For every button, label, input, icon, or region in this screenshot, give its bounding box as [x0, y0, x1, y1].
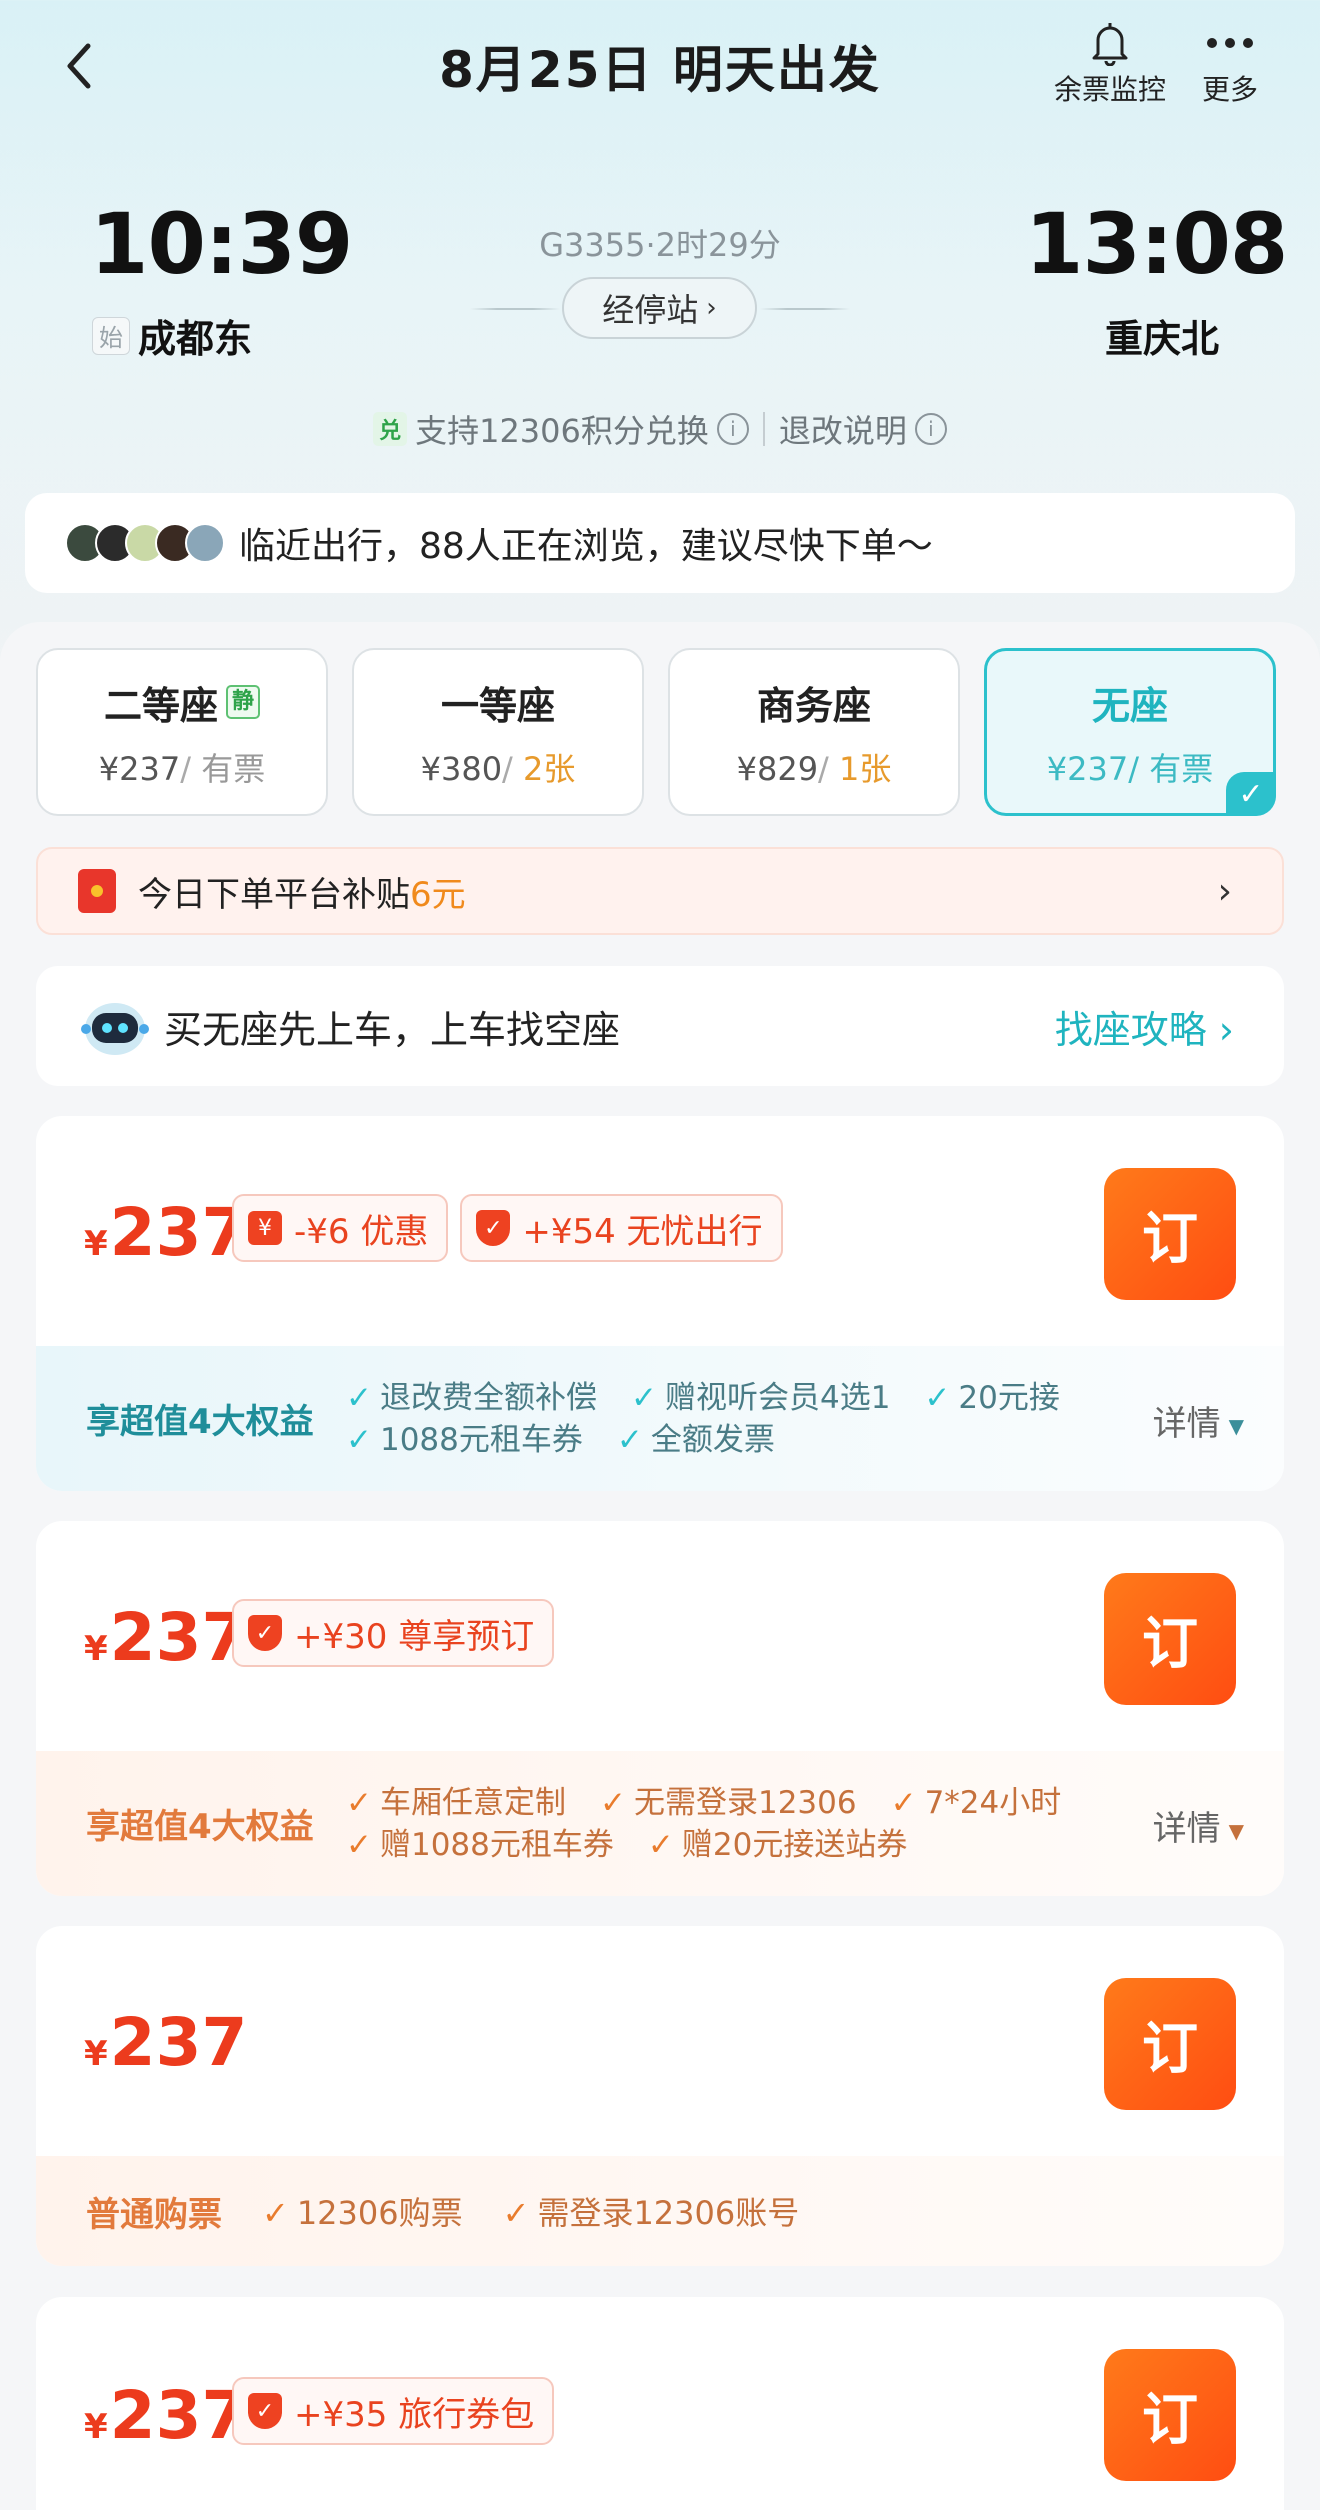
seat-price: ¥380 [420, 749, 503, 788]
standard-purchase-title: 普通购票 [86, 2194, 222, 2235]
offer-card: ¥237 ✓ +¥35 旅行券包 订 [36, 2297, 1284, 2510]
divider [762, 412, 765, 446]
route-line-left [470, 308, 560, 310]
route-line-right [760, 308, 850, 310]
offer-price: ¥237 [84, 1599, 248, 1676]
more-dots-icon [1165, 18, 1295, 68]
arrival-station: 重庆北 [1105, 317, 1220, 361]
standard-purchase-row: 普通购票 ✓ 12306购票 ✓ 需登录12306账号 [36, 2156, 1284, 2266]
travel-pack-tag: ✓ +¥35 旅行券包 [232, 2377, 555, 2445]
seat-name: 无座 [1091, 683, 1168, 728]
start-station-badge: 始 [92, 316, 130, 355]
refund-policy-link[interactable]: 退改说明 [779, 406, 907, 452]
seat-name: 商务座 [756, 683, 871, 728]
caret-down-icon: ▼ [1228, 1818, 1244, 1843]
benefits-title: 享超值4大权益 [86, 1807, 314, 1847]
red-packet-icon [78, 869, 116, 913]
bell-icon [1045, 18, 1175, 68]
stops-button[interactable]: 经停站 › [562, 277, 757, 339]
book-button[interactable]: 订 [1104, 2349, 1236, 2481]
offer-price: ¥237 [84, 2377, 248, 2454]
seat-price: ¥829 [736, 749, 819, 788]
quiet-car-badge: 静 [226, 685, 261, 719]
benefits-row: 享超值4大权益 ✓ 退改费全额补偿 ✓ 赠视听会员4选1 ✓ 20元接 ✓ 1088元租车券… [36, 1346, 1284, 1491]
no-seat-tip-card: 买无座先上车，上车找空座 找座攻略 › [36, 966, 1284, 1086]
details-toggle[interactable]: 详情 ▼ [1153, 1801, 1244, 1850]
chevron-right-icon: › [706, 293, 717, 323]
seat-price: ¥237 [1046, 749, 1129, 788]
seat-availability: 有票 [1149, 749, 1214, 788]
train-number-duration: G3355·2时29分 [539, 226, 781, 264]
info-icon[interactable]: i [914, 413, 947, 445]
seat-name: 二等座 [103, 683, 218, 728]
discount-tag: ¥ -¥6 优惠 [232, 1194, 449, 1262]
browsing-text: 临近出行，88人正在浏览，建议尽快下单～ [239, 526, 933, 567]
avatar [185, 523, 225, 563]
selected-check-icon: ✓ [1226, 772, 1276, 816]
shield-check-icon: ✓ [476, 1210, 511, 1246]
seat-type-tabs: 二等座静 ¥237/ 有票 一等座 ¥380/ 2张 商务座 ¥829/ 1张 … [36, 648, 1286, 816]
more-button[interactable]: 更多 [1165, 18, 1295, 108]
purchase-feature: 12306购票 [296, 2194, 463, 2232]
seat-tab-second-class[interactable]: 二等座静 ¥237/ 有票 [36, 648, 328, 816]
seat-price: ¥237 [98, 749, 181, 788]
seat-tab-no-seat[interactable]: 无座 ¥237/ 有票 ✓ [984, 648, 1276, 816]
book-button[interactable]: 订 [1104, 1978, 1236, 2110]
departure-station: 始 成都东 [92, 308, 252, 363]
benefits-list: ✓ 车厢任意定制 ✓ 无需登录12306 ✓ 7*24小时 ✓ 赠1088元租车券 ✓ 赠20元… [346, 1784, 1062, 1863]
coupon-icon: ¥ [248, 1211, 282, 1245]
exchange-badge: 兑 [373, 412, 408, 446]
browsing-banner: 临近出行，88人正在浏览，建议尽快下单～ [25, 493, 1295, 593]
departure-station-name: 成都东 [138, 317, 253, 361]
seat-availability: 1张 [839, 749, 892, 788]
book-button[interactable]: 订 [1104, 1573, 1236, 1705]
details-toggle[interactable]: 详情 ▼ [1153, 1396, 1244, 1445]
offer-card: ¥237 ¥ -¥6 优惠 ✓ +¥54 无忧出行 订 享超值4大权益 ✓ 退改费全额… [36, 1116, 1284, 1491]
seat-tab-first-class[interactable]: 一等座 ¥380/ 2张 [352, 648, 644, 816]
points-exchange-link[interactable]: 支持12306积分兑换 [415, 406, 709, 452]
offer-price: ¥237 [84, 1194, 248, 1271]
subsidy-banner[interactable]: 今日下单平台补贴 6元 › [36, 847, 1284, 935]
subsidy-amount: 6元 [410, 874, 466, 915]
stops-label: 经停站 [602, 291, 699, 329]
seat-guide-link[interactable]: 找座攻略 › [1055, 999, 1234, 1054]
seat-name: 一等座 [440, 683, 555, 728]
purchase-feature: 需登录12306账号 [537, 2194, 800, 2232]
insurance-tag: ✓ +¥54 无忧出行 [460, 1194, 783, 1262]
avatar-group [65, 523, 225, 563]
ticket-monitor-button[interactable]: 余票监控 [1045, 18, 1175, 108]
caret-down-icon: ▼ [1228, 1413, 1244, 1438]
book-button[interactable]: 订 [1104, 1168, 1236, 1300]
shield-check-icon: ✓ [248, 1615, 282, 1651]
robot-assistant-icon [81, 1003, 149, 1055]
benefits-title: 享超值4大权益 [86, 1402, 314, 1442]
seat-availability: 有票 [201, 749, 266, 788]
chevron-right-icon: › [1217, 870, 1232, 912]
info-icon[interactable]: i [716, 413, 749, 445]
offer-card: ¥237 订 普通购票 ✓ 12306购票 ✓ 需登录12306账号 [36, 1926, 1284, 2266]
tip-text: 买无座先上车，上车找空座 [164, 1007, 621, 1052]
seat-tab-business-class[interactable]: 商务座 ¥829/ 1张 [668, 648, 960, 816]
premium-tag: ✓ +¥30 尊享预订 [232, 1599, 555, 1667]
shield-check-icon: ✓ [248, 2393, 282, 2429]
benefits-list: ✓ 退改费全额补偿 ✓ 赠视听会员4选1 ✓ 20元接 ✓ 1088元租车券 ✓ 全额发票 [346, 1379, 1060, 1458]
seat-availability: 2张 [523, 749, 576, 788]
exchange-row: 兑 支持12306积分兑换 i 退改说明 i [0, 406, 1320, 452]
offer-card: ¥237 ✓ +¥30 尊享预订 订 享超值4大权益 ✓ 车厢任意定制 ✓ 无需登录12… [36, 1521, 1284, 1896]
offer-price: ¥237 [84, 2004, 248, 2081]
subsidy-text: 今日下单平台补贴 [138, 874, 410, 915]
benefits-row: 享超值4大权益 ✓ 车厢任意定制 ✓ 无需登录12306 ✓ 7*24小时 ✓ 赠1088元… [36, 1751, 1284, 1896]
more-label: 更多 [1201, 73, 1258, 106]
ticket-monitor-label: 余票监控 [1053, 73, 1166, 106]
